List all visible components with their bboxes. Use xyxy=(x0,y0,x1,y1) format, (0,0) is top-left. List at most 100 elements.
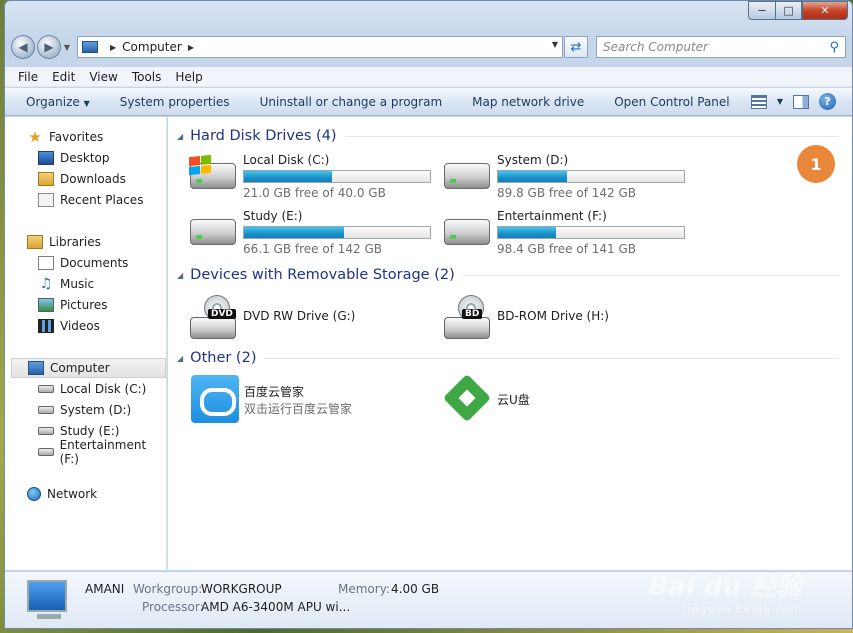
sidebar-item-downloads[interactable]: Downloads xyxy=(38,169,166,189)
explorer-window: − □ ✕ ◀ ▶ ▼ ▶ Computer ▶ ▼ ⇄ Search Comp… xyxy=(4,0,853,629)
address-dropdown-icon[interactable]: ▼ xyxy=(552,40,558,49)
drive-name: DVD RW Drive (G:) xyxy=(243,309,356,323)
collapse-arrow-icon[interactable]: ◢ xyxy=(177,354,183,363)
sidebar-item-label: Computer xyxy=(50,361,110,375)
open-control-panel-button[interactable]: Open Control Panel xyxy=(614,95,729,109)
breadcrumb-computer[interactable]: Computer xyxy=(122,40,182,54)
sidebar-item-drive-c[interactable]: Local Disk (C:) xyxy=(38,379,166,399)
dvd-drive-icon: DVD xyxy=(190,295,236,339)
sidebar-item-recent-places[interactable]: Recent Places xyxy=(38,190,166,210)
view-options-dropdown-icon[interactable]: ▼ xyxy=(777,97,783,106)
sidebar-item-drive-d[interactable]: System (D:) xyxy=(38,400,166,420)
drive-name: Study (E:) xyxy=(243,209,303,223)
group-header-hard-disk-drives[interactable]: ◢ Hard Disk Drives (4) xyxy=(177,126,839,146)
change-view-icon[interactable] xyxy=(750,94,767,109)
breadcrumb-separator-icon[interactable]: ▶ xyxy=(110,43,116,52)
drive-tile-g[interactable]: DVD DVD RW Drive (G:) xyxy=(190,293,440,345)
chevron-down-icon: ▼ xyxy=(83,98,90,108)
sidebar-item-label: Network xyxy=(47,487,98,501)
forward-button[interactable]: ▶ xyxy=(37,35,61,59)
hard-disk-icon xyxy=(38,385,54,393)
app-tile-baidu-cloud[interactable]: 百度云管家 双击运行百度云管家 xyxy=(191,375,441,427)
drive-usage-bar xyxy=(243,170,431,183)
sidebar-item-music[interactable]: ♫ Music xyxy=(38,274,166,294)
forward-arrow-icon: ▶ xyxy=(44,40,54,54)
maximize-button[interactable]: □ xyxy=(775,1,802,20)
sidebar-item-libraries[interactable]: Libraries xyxy=(27,232,166,252)
collapse-arrow-icon[interactable]: ◢ xyxy=(177,132,183,141)
details-pane: AMANI Workgroup: WORKGROUP Memory: 4.00 … xyxy=(5,571,852,628)
menu-bar: File Edit View Tools Help xyxy=(5,67,852,87)
map-network-drive-button[interactable]: Map network drive xyxy=(472,95,584,109)
drive-usage-fill xyxy=(244,171,333,182)
bd-rom-drive-icon: BD xyxy=(444,295,490,339)
sidebar-item-videos[interactable]: Videos xyxy=(38,316,166,336)
drive-tile-c[interactable]: Local Disk (C:) 21.0 GB free of 40.0 GB xyxy=(189,153,440,205)
menu-edit[interactable]: Edit xyxy=(52,70,75,84)
address-bar[interactable]: ▶ Computer ▶ ▼ xyxy=(77,36,563,58)
sidebar-item-network[interactable]: Network xyxy=(27,484,166,504)
menu-help[interactable]: Help xyxy=(175,70,202,84)
group-title: Devices with Removable Storage (2) xyxy=(190,267,455,283)
sidebar-item-computer[interactable]: Computer xyxy=(11,358,166,378)
sidebar-item-favorites[interactable]: ★ Favorites xyxy=(27,127,166,147)
back-button[interactable]: ◀ xyxy=(11,35,35,59)
group-header-removable-storage[interactable]: ◢ Devices with Removable Storage (2) xyxy=(177,265,839,285)
refresh-button[interactable]: ⇄ xyxy=(564,36,588,58)
windows-logo-icon xyxy=(189,154,211,176)
drive-tile-e[interactable]: Study (E:) 66.1 GB free of 142 GB xyxy=(190,209,440,261)
drive-usage-fill xyxy=(498,227,556,238)
search-icon[interactable]: ⚲ xyxy=(829,40,839,55)
hard-disk-icon xyxy=(38,448,54,456)
group-divider xyxy=(344,135,839,137)
computer-monitor-icon xyxy=(27,580,67,612)
sidebar-item-label: Pictures xyxy=(60,298,108,312)
refresh-icon: ⇄ xyxy=(570,39,582,55)
drive-tile-h[interactable]: BD BD-ROM Drive (H:) xyxy=(444,293,694,345)
command-bar: Organize ▼ System properties Uninstall o… xyxy=(5,88,852,116)
sidebar-item-desktop[interactable]: Desktop xyxy=(38,148,166,168)
view-controls: ▼ ? xyxy=(750,93,836,110)
sidebar-item-documents[interactable]: Documents xyxy=(38,253,166,273)
documents-icon xyxy=(38,256,54,270)
drive-base-graphic xyxy=(190,317,236,339)
sidebar-item-label: Study (E:) xyxy=(60,424,120,438)
help-icon[interactable]: ? xyxy=(819,93,836,110)
uninstall-program-button[interactable]: Uninstall or change a program xyxy=(260,95,443,109)
processor-label: Processor: xyxy=(142,600,204,614)
memory-label: Memory: xyxy=(338,582,390,596)
navigation-pane: ★ Favorites Desktop Downloads Recent Pla… xyxy=(5,117,167,570)
workgroup-label: Workgroup: xyxy=(133,582,203,596)
workgroup-value: WORKGROUP xyxy=(201,582,282,596)
navigation-bar: ◀ ▶ ▼ ▶ Computer ▶ ▼ ⇄ Search Computer ⚲ xyxy=(11,33,846,61)
sidebar-item-label: Videos xyxy=(60,319,100,333)
file-list: 1 ◢ Hard Disk Drives (4) Local Disk (C:)… xyxy=(168,117,852,570)
step-badge: 1 xyxy=(797,145,835,183)
menu-file[interactable]: File xyxy=(18,70,38,84)
sidebar-item-drive-f[interactable]: Entertainment (F:) xyxy=(38,438,166,466)
menu-view[interactable]: View xyxy=(89,70,117,84)
recent-pages-dropdown[interactable]: ▼ xyxy=(61,43,73,52)
group-header-other[interactable]: ◢ Other (2) xyxy=(177,348,839,368)
system-properties-button[interactable]: System properties xyxy=(120,95,230,109)
sidebar-item-label: Entertainment (F:) xyxy=(59,438,147,466)
drive-tile-d[interactable]: System (D:) 89.8 GB free of 142 GB xyxy=(444,153,694,205)
sidebar-item-pictures[interactable]: Pictures xyxy=(38,295,166,315)
hard-disk-icon xyxy=(190,219,236,245)
back-arrow-icon: ◀ xyxy=(18,40,28,54)
desktop-icon xyxy=(38,151,54,165)
search-input[interactable]: Search Computer ⚲ xyxy=(596,36,846,58)
minimize-button[interactable]: − xyxy=(748,1,775,20)
organize-button[interactable]: Organize ▼ xyxy=(26,95,90,109)
collapse-arrow-icon[interactable]: ◢ xyxy=(177,271,183,280)
cloud-u-disk-icon xyxy=(444,375,492,423)
caption-buttons: − □ ✕ xyxy=(748,1,848,20)
network-globe-icon xyxy=(27,487,41,501)
menu-tools[interactable]: Tools xyxy=(132,70,162,84)
drive-tile-f[interactable]: Entertainment (F:) 98.4 GB free of 141 G… xyxy=(444,209,694,261)
baidu-cloud-icon xyxy=(191,375,239,423)
preview-pane-icon[interactable] xyxy=(793,94,809,109)
app-tile-cloud-u-disk[interactable]: 云U盘 xyxy=(444,375,694,427)
breadcrumb-separator-icon[interactable]: ▶ xyxy=(188,43,194,52)
close-button[interactable]: ✕ xyxy=(802,1,848,20)
